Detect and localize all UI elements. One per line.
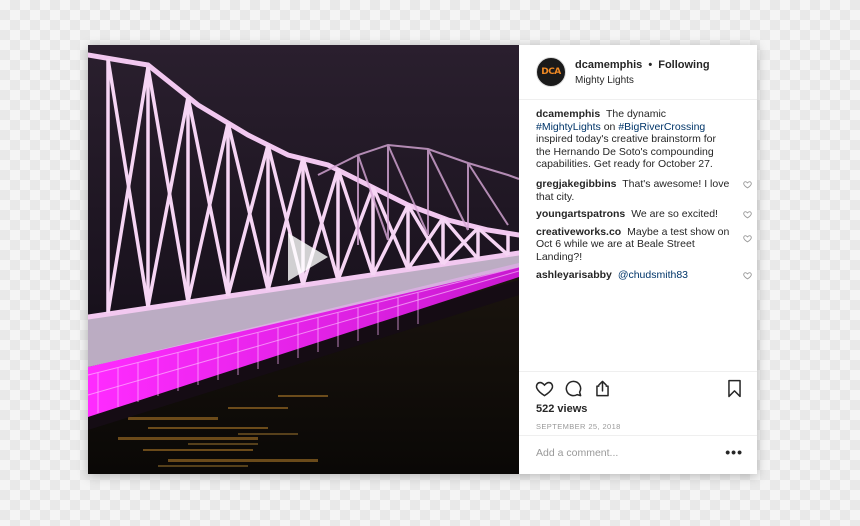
like-comment-heart-icon[interactable] [743, 210, 752, 219]
comments-list: dcamemphis The dynamic #MightyLights on … [536, 108, 752, 286]
avatar[interactable]: DCA [536, 57, 566, 87]
comment-username[interactable]: creativeworks.co [536, 226, 621, 238]
mention-link[interactable]: @chudsmith83 [618, 269, 688, 281]
heart-icon[interactable] [535, 379, 554, 398]
like-comment-heart-icon[interactable] [743, 234, 752, 243]
add-comment-bar: Add a comment... ••• [519, 435, 757, 475]
more-options-icon[interactable]: ••• [725, 444, 743, 460]
comment-text: We are so excited! [631, 208, 718, 221]
caption-text-1: The dynamic [605, 108, 667, 120]
bookmark-icon[interactable] [725, 379, 744, 398]
add-comment-input[interactable]: Add a comment... [536, 447, 618, 459]
comment-username[interactable]: gregjakegibbins [536, 178, 617, 190]
comment-item: ashleyarisabby @chudsmith83 [536, 269, 752, 282]
post-date: SEPTEMBER 25, 2018 [536, 422, 621, 431]
comment-username[interactable]: ashleyarisabby [536, 269, 612, 281]
caption-text-2: on [603, 120, 616, 133]
view-count[interactable]: 522 views [536, 403, 587, 415]
comment-username[interactable]: youngartspatrons [536, 208, 625, 220]
caption: dcamemphis The dynamic #MightyLights on … [536, 108, 746, 171]
post-header: DCA dcamemphis • Following Mighty Lights [519, 45, 757, 100]
hashtag-link[interactable]: #BigRiverCrossing [618, 121, 705, 133]
instagram-post: DCA dcamemphis • Following Mighty Lights… [88, 45, 757, 474]
hashtag-link[interactable]: #MightyLights [536, 121, 601, 133]
bridge-image [88, 45, 519, 474]
username-link[interactable]: dcamemphis [575, 59, 642, 71]
comment-icon[interactable] [564, 379, 583, 398]
separator-dot: • [648, 59, 653, 71]
username-line: dcamemphis • Following [575, 59, 710, 72]
comment-item: gregjakegibbins That's awesome! I love t… [536, 178, 752, 203]
comment-item: creativeworks.co Maybe a test show on Oc… [536, 226, 752, 264]
post-video[interactable] [88, 45, 519, 474]
caption-text-3: inspired today's creative brainstorm for… [536, 133, 716, 171]
location-link[interactable]: Mighty Lights [575, 74, 710, 87]
comment-item: youngartspatrons We are so excited! [536, 208, 752, 221]
follow-button[interactable]: Following [658, 59, 709, 71]
post-sidebar: DCA dcamemphis • Following Mighty Lights… [519, 45, 757, 474]
share-icon[interactable] [593, 379, 612, 398]
like-comment-heart-icon[interactable] [743, 271, 752, 280]
caption-username[interactable]: dcamemphis [536, 108, 600, 120]
like-comment-heart-icon[interactable] [743, 180, 752, 189]
header-text: dcamemphis • Following Mighty Lights [575, 59, 710, 87]
